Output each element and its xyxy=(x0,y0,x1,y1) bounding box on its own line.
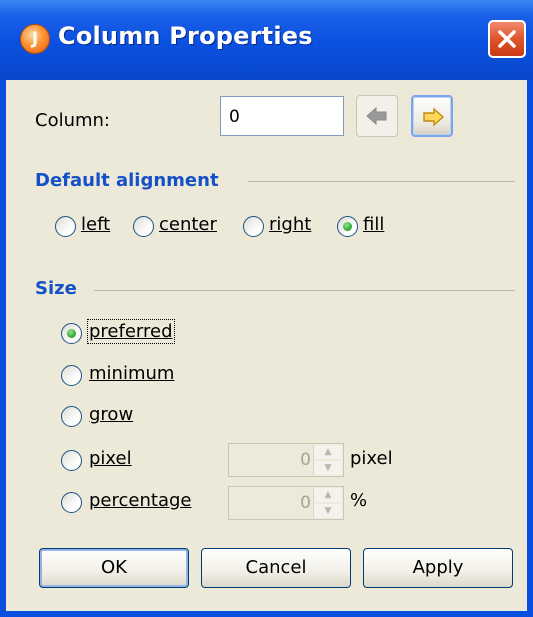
close-button[interactable] xyxy=(488,20,526,58)
pixel-spinner-arrows[interactable]: ▲ ▼ xyxy=(313,445,342,475)
size-preferred-radio[interactable] xyxy=(61,323,82,344)
app-logo-icon: J xyxy=(20,24,50,54)
alignment-right-label[interactable]: right xyxy=(269,214,311,235)
alignment-section-title: Default alignment xyxy=(35,170,219,191)
alignment-left-radio[interactable] xyxy=(55,216,76,237)
spinner-down-icon[interactable]: ▼ xyxy=(314,461,342,475)
size-grow-label[interactable]: grow xyxy=(89,404,133,425)
alignment-separator xyxy=(248,181,515,182)
cancel-button[interactable]: Cancel xyxy=(201,548,351,588)
alignment-center-label[interactable]: center xyxy=(159,214,217,235)
spinner-up-icon[interactable]: ▲ xyxy=(314,445,342,459)
dialog-window: J Column Properties Column: 0 Default al… xyxy=(0,0,533,617)
window-title: Column Properties xyxy=(58,22,313,50)
column-label: Column: xyxy=(35,110,110,131)
arrow-right-icon xyxy=(423,107,445,127)
pixel-spinner[interactable]: 0 ▲ ▼ xyxy=(228,443,344,477)
alignment-right-radio[interactable] xyxy=(243,216,264,237)
size-percentage-radio[interactable] xyxy=(61,492,82,513)
percentage-spinner[interactable]: 0 ▲ ▼ xyxy=(228,486,344,520)
size-pixel-text: pixel xyxy=(89,448,132,469)
size-preferred-label[interactable]: preferred xyxy=(87,319,175,344)
alignment-fill-radio[interactable] xyxy=(337,216,358,237)
size-percentage-label[interactable]: percentage xyxy=(89,490,191,511)
title-bar[interactable]: J Column Properties xyxy=(0,0,533,80)
size-pixel-label[interactable]: pixel xyxy=(89,448,132,469)
pixel-spinner-value: 0 xyxy=(300,450,311,470)
previous-column-button[interactable] xyxy=(356,95,398,137)
percentage-unit-label: % xyxy=(350,490,368,511)
alignment-left-text: left xyxy=(81,214,111,235)
alignment-center-text: center xyxy=(159,214,217,235)
size-percentage-text: percentage xyxy=(89,490,192,511)
size-minimum-text: minimum xyxy=(89,363,175,384)
size-minimum-radio[interactable] xyxy=(61,365,82,386)
column-field[interactable]: 0 xyxy=(220,96,344,136)
percentage-spinner-arrows[interactable]: ▲ ▼ xyxy=(313,488,342,518)
apply-button[interactable]: Apply xyxy=(363,548,513,588)
percentage-spinner-value: 0 xyxy=(300,493,311,513)
size-preferred-text: preferred xyxy=(89,321,173,342)
next-column-button[interactable] xyxy=(411,95,453,137)
close-icon xyxy=(498,30,516,48)
size-minimum-label[interactable]: minimum xyxy=(89,363,174,384)
column-value: 0 xyxy=(229,107,240,127)
spinner-up-icon[interactable]: ▲ xyxy=(314,488,342,502)
size-separator xyxy=(94,290,515,291)
dialog-body: Column: 0 Default alignment left center … xyxy=(6,80,527,611)
alignment-left-label[interactable]: left xyxy=(81,214,110,235)
ok-button[interactable]: OK xyxy=(39,548,189,588)
size-grow-text: grow xyxy=(89,404,134,425)
alignment-fill-text: fill xyxy=(363,214,385,235)
size-grow-radio[interactable] xyxy=(61,406,82,427)
size-section-title: Size xyxy=(35,278,77,299)
alignment-center-radio[interactable] xyxy=(133,216,154,237)
spinner-down-icon[interactable]: ▼ xyxy=(314,504,342,518)
alignment-right-text: right xyxy=(269,214,312,235)
arrow-left-icon xyxy=(366,106,387,126)
pixel-unit-label: pixel xyxy=(350,448,393,469)
size-pixel-radio[interactable] xyxy=(61,450,82,471)
alignment-fill-label[interactable]: fill xyxy=(363,214,384,235)
